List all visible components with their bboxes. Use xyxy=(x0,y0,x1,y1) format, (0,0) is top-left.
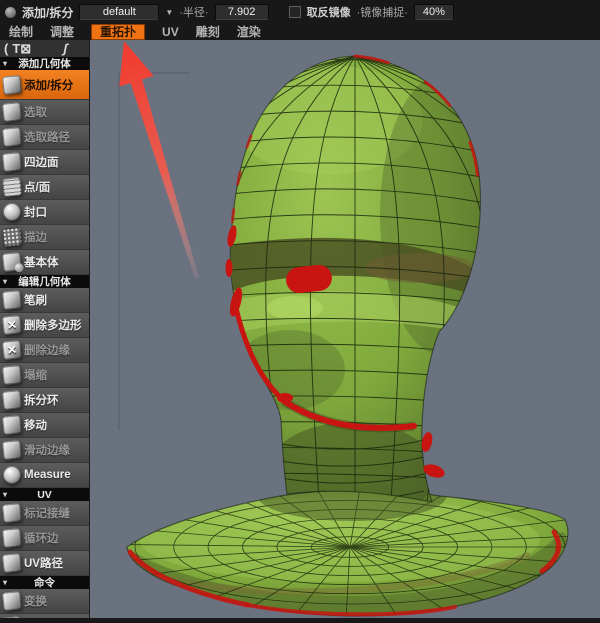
viewport-canvas[interactable] xyxy=(90,40,600,618)
sidebar-item-label: 点/面 xyxy=(24,179,50,195)
cross-icon: ✕ xyxy=(2,315,22,335)
sidebar-item-label: 选取路径 xyxy=(24,129,70,145)
sidebar-item-label: 标记接缝 xyxy=(24,505,70,521)
sidebar-item[interactable]: Measure xyxy=(0,463,89,487)
sidebar-item[interactable]: 笔刷 xyxy=(0,288,89,312)
mirror-snap-label: ·镜像捕捉· xyxy=(357,4,408,20)
sidebar-item[interactable]: ✕删除边缘 xyxy=(0,338,89,362)
sphere-icon xyxy=(3,203,21,221)
cube-icon xyxy=(2,290,22,310)
sidebar-item-label: 删除多边形 xyxy=(24,317,82,333)
cube-icon xyxy=(2,102,22,122)
sidebar-item[interactable] xyxy=(0,614,89,618)
sidebar-item-label: 塌缩 xyxy=(24,367,47,383)
cube-icon xyxy=(2,390,22,410)
tab-sculpt[interactable]: 雕刻 xyxy=(196,26,220,38)
sidebar-item[interactable]: 点/面 xyxy=(0,175,89,199)
cube-icon xyxy=(2,152,22,172)
tab-retopo[interactable]: 重拓扑 xyxy=(91,24,145,40)
primitives-icon xyxy=(2,252,22,272)
stroke-options-row: ( T⊠ ʃ xyxy=(0,40,89,57)
dots-icon xyxy=(2,227,22,247)
section-header[interactable]: ▾ 添加几何体 xyxy=(0,57,89,70)
sidebar-item[interactable]: 循环边 xyxy=(0,526,89,550)
sidebar-item[interactable]: 滑动边缘 xyxy=(0,438,89,462)
sidebar-item-label: 四边面 xyxy=(24,154,59,170)
sidebar-item[interactable]: UV路径 xyxy=(0,551,89,575)
sidebar-item[interactable]: 塌缩 xyxy=(0,363,89,387)
workspace-tab-bar: 绘制 调整 重拓扑 UV 雕刻 渲染 xyxy=(0,24,600,40)
tab-paint[interactable]: 绘制 xyxy=(9,26,33,38)
tool-sphere-blob-icon xyxy=(5,7,16,18)
section-header[interactable]: ▾ 编辑几何体 xyxy=(0,275,89,288)
sidebar-item[interactable]: 封口 xyxy=(0,200,89,224)
retopo-head-model xyxy=(90,40,600,623)
section-header-label: 编辑几何体 xyxy=(18,274,71,289)
grid-icon xyxy=(2,177,22,197)
sphere-icon xyxy=(3,466,21,484)
sidebar-item-label: UV路径 xyxy=(24,555,63,571)
sidebar-item-label: 拆分环 xyxy=(24,392,59,408)
curve-stroke-icon[interactable]: ʃ xyxy=(63,42,67,56)
cube-icon xyxy=(2,127,22,147)
sidebar-item-label: 封口 xyxy=(24,204,47,220)
collapse-triangle-icon: ▾ xyxy=(3,278,7,286)
sidebar-item[interactable]: 拆分环 xyxy=(0,388,89,412)
collapse-triangle-icon: ▾ xyxy=(3,579,7,587)
sidebar-item[interactable]: 描边 xyxy=(0,225,89,249)
sidebar-item-label: 循环边 xyxy=(24,530,59,546)
sidebar-item-label: 滑动边缘 xyxy=(24,442,70,458)
sidebar-item-label: 选取 xyxy=(24,104,47,120)
sidebar-item-label: 删除边缘 xyxy=(24,342,70,358)
sidebar-item[interactable]: 变换 xyxy=(0,589,89,613)
cube-icon xyxy=(2,503,22,523)
mirror-snap-value-field[interactable]: 40% xyxy=(414,4,454,20)
collapse-triangle-icon: ▾ xyxy=(3,491,7,499)
tool-list: ▾添加几何体添加/拆分选取选取路径四边面点/面封口描边基本体▾编辑几何体笔刷✕删… xyxy=(0,57,89,618)
tab-uv[interactable]: UV xyxy=(162,26,179,38)
section-header-label: 添加几何体 xyxy=(18,56,71,71)
sidebar-item[interactable]: 四边面 xyxy=(0,150,89,174)
sidebar-item-label: Measure xyxy=(24,469,71,481)
sidebar-item[interactable]: 添加/拆分 xyxy=(0,70,89,99)
radius-label: ·半径· xyxy=(179,4,208,20)
cube-icon xyxy=(2,365,22,385)
sidebar-item-label: 移动 xyxy=(24,417,47,433)
invert-mirror-checkbox[interactable] xyxy=(289,6,301,18)
invert-mirror-label: 取反镜像 xyxy=(307,4,351,20)
sidebar-item[interactable]: ✕删除多边形 xyxy=(0,313,89,337)
cross-icon: ✕ xyxy=(2,340,22,360)
preset-dropdown[interactable]: default xyxy=(79,4,159,20)
cube-icon xyxy=(2,415,22,435)
top-toolbar: 添加/拆分 default ▼ ·半径· 7.902 取反镜像 ·镜像捕捉· 4… xyxy=(0,0,600,24)
sidebar-item[interactable]: 移动 xyxy=(0,413,89,437)
cube-icon xyxy=(2,591,22,611)
sidebar-item-label: 变换 xyxy=(24,593,47,609)
cube-icon xyxy=(2,553,22,573)
section-header[interactable]: ▾ UV xyxy=(0,488,89,501)
sidebar-item[interactable]: 基本体 xyxy=(0,250,89,274)
tool-sidebar: ( T⊠ ʃ ▾ 添加几何体添加/拆分选取选取路径四边面点/面封口描边基本体 ▾ 编辑几何… xyxy=(0,40,90,618)
section-header-label: 命令 xyxy=(34,575,55,590)
sidebar-item-label: 基本体 xyxy=(24,254,59,270)
cube-icon xyxy=(2,440,22,460)
collapse-triangle-icon: ▾ xyxy=(3,60,7,68)
section-header[interactable]: ▾ 命令 xyxy=(0,576,89,589)
tab-render[interactable]: 渲染 xyxy=(237,26,261,38)
sidebar-item[interactable]: 选取路径 xyxy=(0,125,89,149)
section-header-label: UV xyxy=(37,489,52,501)
sidebar-item-label: 笔刷 xyxy=(24,292,47,308)
sidebar-item-label: 添加/拆分 xyxy=(24,77,73,93)
cube-icon xyxy=(2,528,22,548)
text-tool-icon[interactable]: T⊠ xyxy=(12,42,31,56)
sidebar-item-label: 描边 xyxy=(24,229,47,245)
paren-stroke-icon[interactable]: ( xyxy=(4,42,8,56)
dropdown-arrow-icon[interactable]: ▼ xyxy=(165,8,173,17)
active-tool-label: 添加/拆分 xyxy=(22,4,73,21)
sidebar-item[interactable]: 选取 xyxy=(0,100,89,124)
cube-icon xyxy=(2,75,22,95)
sidebar-item[interactable]: 标记接缝 xyxy=(0,501,89,525)
tab-tweak[interactable]: 调整 xyxy=(50,26,74,38)
radius-value-field[interactable]: 7.902 xyxy=(215,4,269,20)
